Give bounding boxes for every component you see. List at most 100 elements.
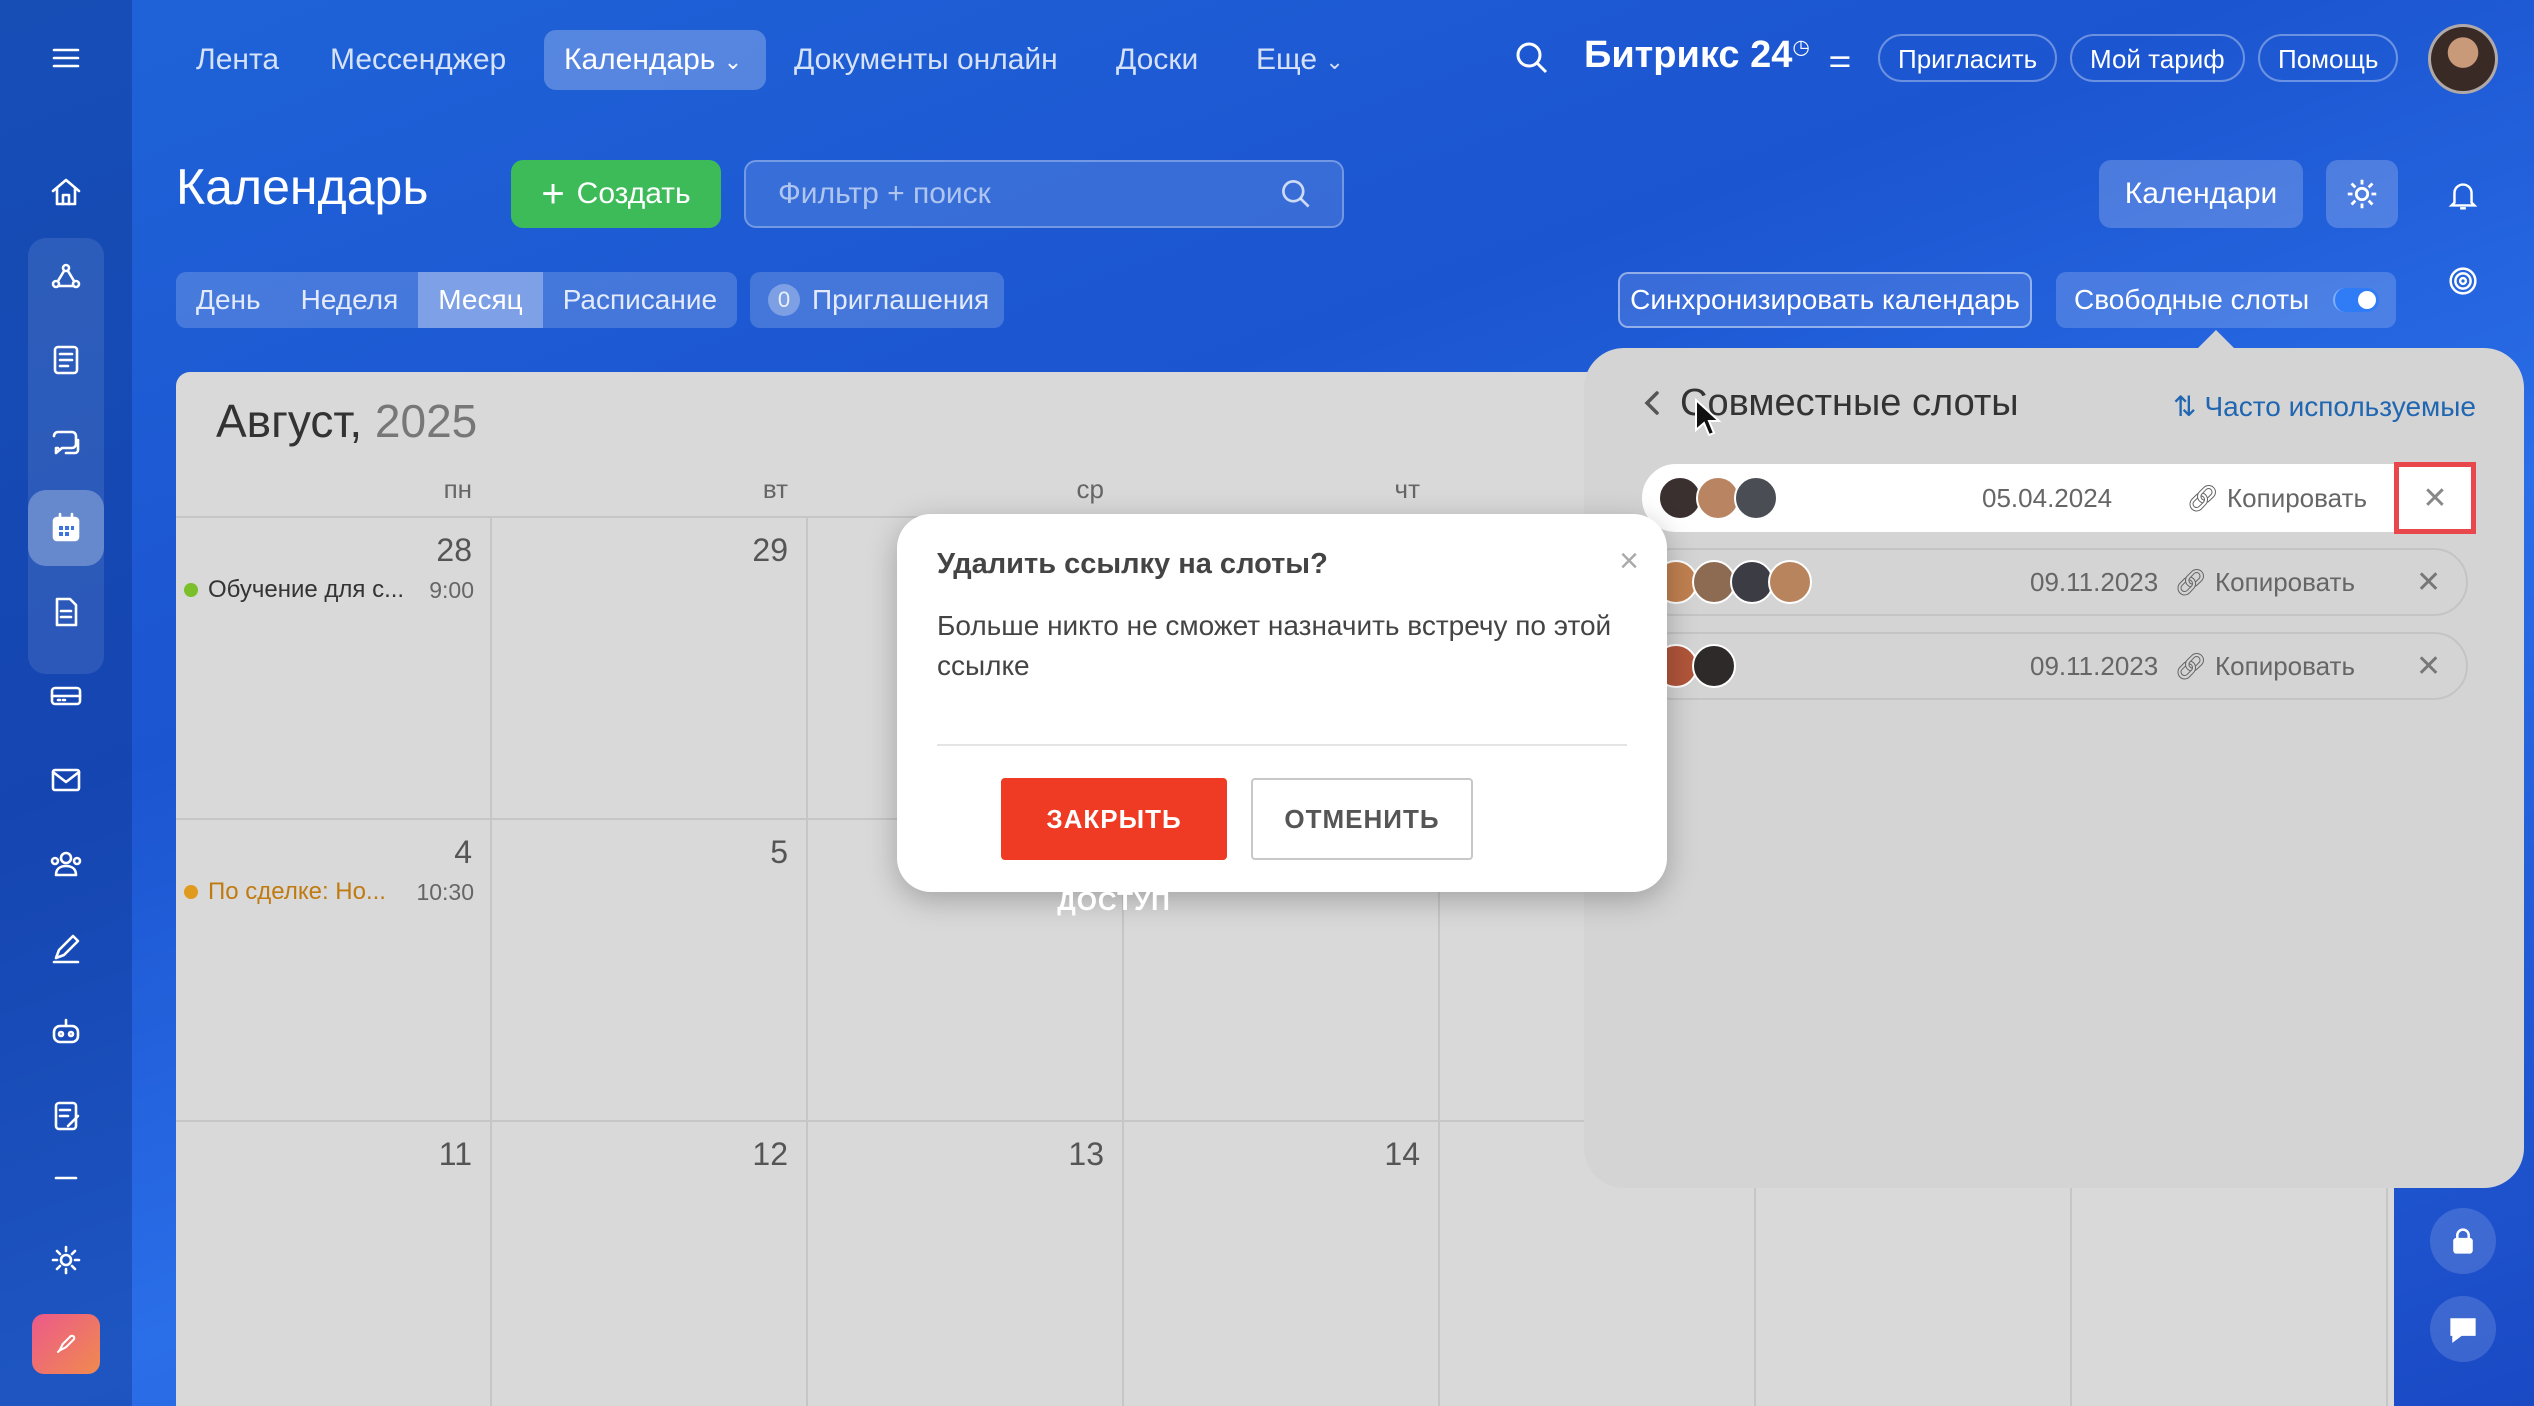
day-cell[interactable]: 11 [176, 1120, 492, 1406]
mail-icon[interactable] [28, 742, 104, 818]
link-icon: 🔗︎ [2174, 650, 2208, 681]
delete-slot-button[interactable]: ✕ [2394, 462, 2476, 534]
month-name: Август, [216, 395, 363, 447]
calendar-icon[interactable] [28, 490, 104, 566]
frequently-used-sort[interactable]: ⇅ Часто используемые [2173, 390, 2476, 423]
calendar-event[interactable]: По сделке: Но... 10:30 [184, 878, 474, 906]
brand-name: Битрикс [1584, 34, 1740, 76]
search-input[interactable]: Фильтр + поиск [744, 160, 1344, 228]
weekday-label: пн [443, 474, 472, 504]
day-cell[interactable]: 28 Обучение для с... 9:00 [176, 516, 492, 818]
menu-icon[interactable] [28, 20, 104, 96]
day-cell[interactable]: 29 [492, 516, 808, 818]
panel-pointer [2196, 330, 2236, 350]
tab-month[interactable]: Месяц [418, 272, 543, 328]
crm-icon[interactable] [28, 240, 104, 316]
weekday-label: ср [1076, 474, 1104, 504]
brand-number: 24 [1750, 34, 1793, 76]
cancel-button[interactable]: ОТМЕНИТЬ [1251, 778, 1473, 860]
documents-icon[interactable] [28, 574, 104, 650]
home-icon[interactable] [28, 154, 104, 230]
day-number: 12 [752, 1136, 788, 1172]
chat-icon[interactable] [28, 406, 104, 482]
shared-slots-panel: Совместные слоты ⇅ Часто используемые 05… [1584, 348, 2524, 1188]
brand-logo: Битрикс 24◷ ⚌ [1584, 34, 1852, 77]
free-slots-button[interactable]: Свободные слоты [2056, 272, 2396, 328]
tab-schedule[interactable]: Расписание [543, 272, 737, 328]
close-icon[interactable]: ✕ [2416, 565, 2441, 600]
close-icon[interactable]: ✕ [2416, 649, 2441, 684]
lock-icon[interactable] [2430, 1208, 2496, 1274]
event-warning-icon [184, 885, 198, 899]
sliders-icon[interactable]: ⚌ [1828, 43, 1851, 73]
target-icon[interactable] [2430, 248, 2496, 314]
employees-icon[interactable] [28, 826, 104, 902]
slot-link-row[interactable]: 09.11.2023 🔗︎ Копировать ✕ [1638, 632, 2468, 700]
close-icon: ✕ [2422, 481, 2448, 515]
bot-icon[interactable] [28, 994, 104, 1070]
panel-title: Совместные слоты [1680, 382, 2019, 424]
day-number: 13 [1068, 1136, 1104, 1172]
sync-calendar-button[interactable]: Синхронизировать календарь [1618, 272, 2032, 328]
invitations-label: Приглашения [812, 284, 990, 315]
month-title: Август, 2025 [216, 394, 477, 448]
forms-icon[interactable] [28, 1078, 104, 1154]
tariff-button[interactable]: Мой тариф [2070, 34, 2245, 82]
copy-link-button[interactable]: 🔗︎ Копировать [2186, 483, 2367, 514]
copy-link-button[interactable]: 🔗︎ Копировать [2174, 651, 2355, 682]
event-title: По сделке: Но... [208, 878, 386, 905]
nav-feed[interactable]: Лента [176, 30, 299, 90]
help-button[interactable]: Помощь [2258, 34, 2399, 82]
copy-label: Копировать [2215, 650, 2356, 681]
rocket-icon[interactable] [32, 1314, 100, 1374]
tab-day[interactable]: День [176, 272, 281, 328]
settings-button[interactable] [2326, 160, 2398, 228]
day-number: 4 [454, 834, 472, 870]
day-number: 28 [436, 532, 472, 568]
day-cell[interactable]: 13 [808, 1120, 1124, 1406]
tab-week[interactable]: Неделя [281, 272, 419, 328]
bell-icon[interactable] [2430, 162, 2496, 228]
nav-boards[interactable]: Доски [1096, 30, 1218, 90]
day-number: 5 [770, 834, 788, 870]
slot-link-row[interactable]: 05.04.2024 🔗︎ Копировать [1642, 464, 2414, 532]
nav-calendar[interactable]: Календарь ⌄ [544, 30, 766, 90]
day-cell[interactable]: 12 [492, 1120, 808, 1406]
delete-link-dialog: Удалить ссылку на слоты? × Больше никто … [897, 514, 1667, 916]
drive-icon[interactable] [28, 658, 104, 734]
settings-icon[interactable] [28, 1222, 104, 1298]
free-slots-toggle[interactable] [2333, 288, 2380, 312]
day-cell[interactable]: 5 [492, 818, 808, 1120]
collapse-divider[interactable] [28, 1166, 104, 1190]
search-icon[interactable] [1512, 38, 1552, 83]
weekday-label: вт [762, 474, 788, 504]
clock-icon: ◷ [1792, 36, 1810, 59]
calendar-event[interactable]: Обучение для с... 9:00 [184, 576, 474, 604]
invitations-button[interactable]: 0 Приглашения [750, 272, 1004, 328]
slot-link-row[interactable]: 09.11.2023 🔗︎ Копировать ✕ [1638, 548, 2468, 616]
event-title: Обучение для с... [208, 576, 405, 603]
avatar[interactable] [2428, 24, 2498, 94]
invite-button[interactable]: Пригласить [1878, 34, 2058, 82]
day-cell[interactable]: 14 [1124, 1120, 1440, 1406]
create-button[interactable]: + Создать [511, 160, 721, 228]
close-icon[interactable]: × [1619, 542, 1639, 581]
nav-messenger[interactable]: Мессенджер [310, 30, 526, 90]
search-icon[interactable] [1278, 176, 1314, 217]
sign-icon[interactable] [28, 910, 104, 986]
free-slots-label: Свободные слоты [2074, 284, 2310, 315]
chat-bubble-icon[interactable] [2430, 1296, 2496, 1362]
back-arrow-icon[interactable] [1638, 388, 1668, 418]
copy-link-button[interactable]: 🔗︎ Копировать [2174, 567, 2355, 598]
calendars-button[interactable]: Календари [2099, 160, 2303, 228]
view-tabs: День Неделя Месяц Расписание [176, 272, 738, 328]
participants-avatars [1654, 560, 1812, 604]
link-icon: 🔗︎ [2186, 482, 2220, 513]
nav-documents[interactable]: Документы онлайн [774, 30, 1078, 90]
nav-more[interactable]: Еще ⌄ [1236, 30, 1364, 90]
nav-calendar-label: Календарь [564, 43, 716, 76]
dialog-divider [937, 744, 1627, 746]
close-access-button[interactable]: ЗАКРЫТЬ ДОСТУП [1001, 778, 1227, 916]
tasks-icon[interactable] [28, 322, 104, 398]
day-cell[interactable]: 4 По сделке: Но... 10:30 [176, 818, 492, 1120]
